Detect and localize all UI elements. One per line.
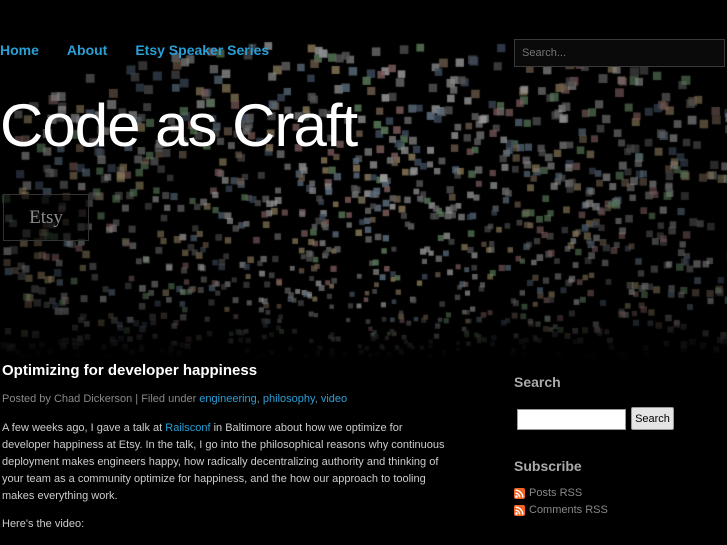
comments-rss-item: Comments RSS [514, 504, 608, 516]
posts-rss-link[interactable]: Posts RSS [529, 487, 582, 499]
posts-rss-item: Posts RSS [514, 487, 582, 499]
header-search-input[interactable] [514, 39, 725, 67]
etsy-logo[interactable]: Etsy [3, 194, 89, 241]
nav-home-link[interactable]: Home [0, 42, 39, 58]
rss-icon [514, 504, 525, 516]
post-text: A few weeks ago, I gave a talk at [2, 422, 166, 434]
post-text: in Baltimore about how we optimize for d… [2, 422, 445, 502]
railsconf-link[interactable]: Railsconf [165, 422, 210, 434]
post-meta: Posted by Chad Dickerson | Filed under e… [2, 393, 347, 405]
rss-icon [514, 487, 525, 499]
nav-speaker-series-link[interactable]: Etsy Speaker Series [135, 42, 269, 58]
comments-rss-link[interactable]: Comments RSS [529, 504, 608, 516]
category-link-engineering[interactable]: engineering [199, 393, 257, 405]
post-title-link[interactable]: Optimizing for developer happiness [2, 362, 257, 379]
sidebar-subscribe-heading: Subscribe [514, 458, 582, 474]
category-link-philosophy[interactable]: philosophy [263, 393, 315, 405]
site-title[interactable]: Code as Craft [0, 96, 358, 156]
category-link-video[interactable]: video [321, 393, 347, 405]
sidebar-search-button[interactable]: Search [631, 407, 674, 430]
post-body: A few weeks ago, I gave a talk at Railsc… [2, 420, 452, 544]
post-paragraph: A few weeks ago, I gave a talk at Railsc… [2, 420, 452, 505]
main-nav: Home About Etsy Speaker Series [0, 42, 297, 58]
post-paragraph: Here's the video: [2, 518, 85, 530]
sidebar-search-heading: Search [514, 374, 561, 390]
post-meta-author: Posted by Chad Dickerson | Filed under [2, 393, 200, 405]
nav-about-link[interactable]: About [67, 42, 107, 58]
sidebar-search-input[interactable] [517, 409, 626, 430]
